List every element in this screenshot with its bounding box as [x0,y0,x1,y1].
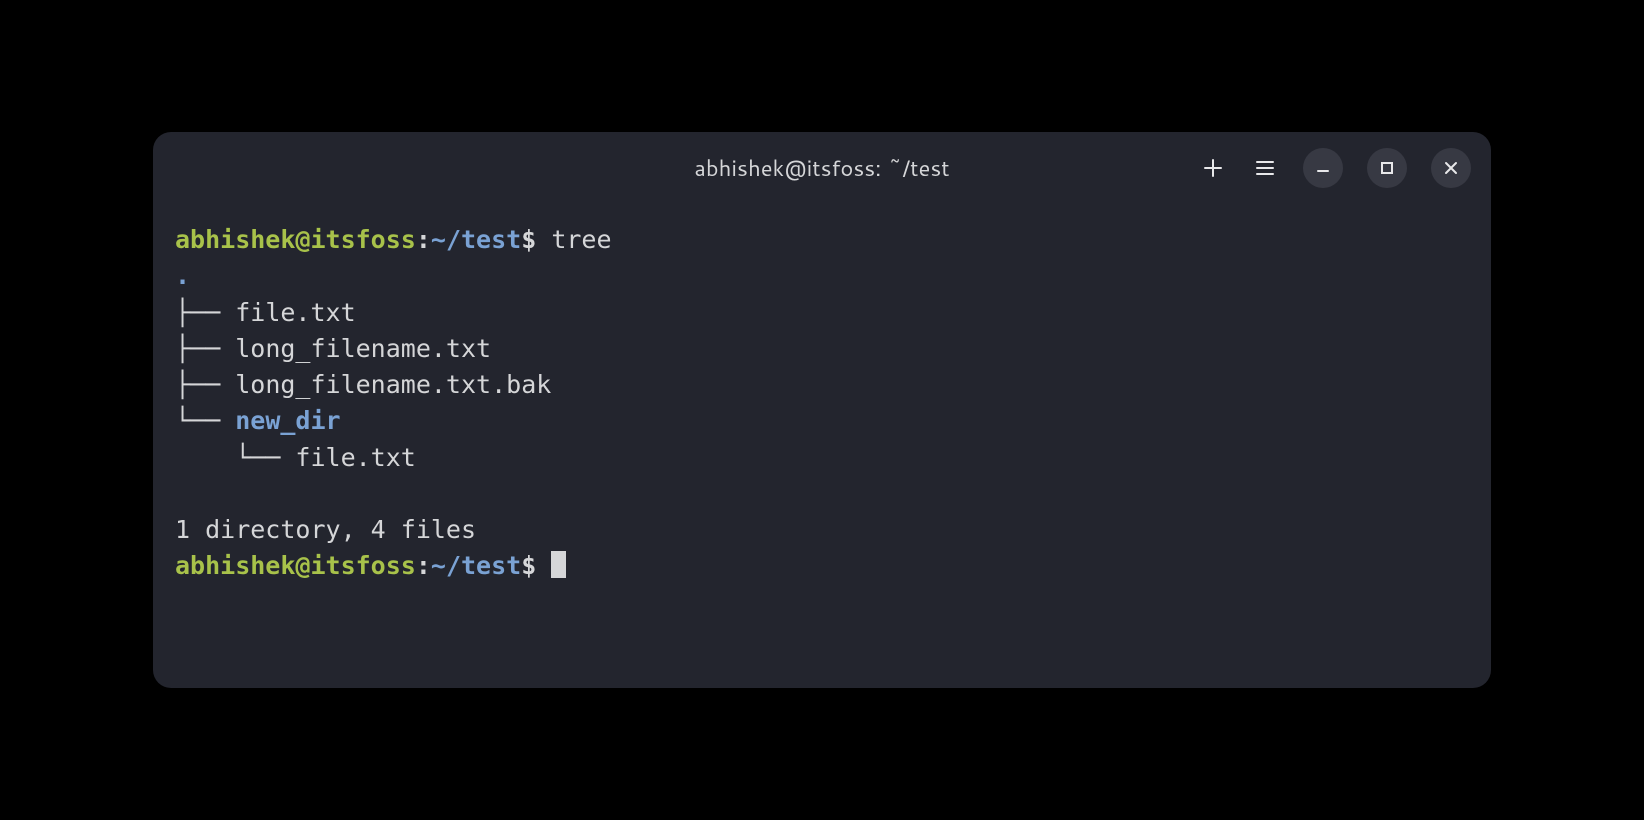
close-icon [1443,160,1459,176]
tree-prefix: └── [175,443,295,472]
maximize-button[interactable] [1367,148,1407,188]
cursor [551,551,566,578]
tree-prefix: ├── [175,298,235,327]
tree-entry-4: └── new_dir [175,406,341,435]
prompt-colon: : [416,551,431,580]
prompt-line-2: abhishek@itsfoss:~/test$ [175,551,566,580]
prompt-path: ~/test [431,225,521,254]
prompt-dollar: $ [521,225,536,254]
tree-file: long_filename.txt.bak [235,370,551,399]
tree-prefix: ├── [175,370,235,399]
tree-entry-3: ├── long_filename.txt.bak [175,370,551,399]
prompt-line-1: abhishek@itsfoss:~/test$ tree [175,225,612,254]
prompt-user-host: abhishek@itsfoss [175,225,416,254]
command-text [536,551,551,580]
tree-entry-1: ├── file.txt [175,298,356,327]
prompt-user-host: abhishek@itsfoss [175,551,416,580]
window-title: abhishek@itsfoss: ~/test [694,153,949,184]
minimize-button[interactable] [1303,148,1343,188]
terminal-body[interactable]: abhishek@itsfoss:~/test$ tree . ├── file… [153,204,1491,688]
menu-button[interactable] [1251,154,1279,182]
prompt-dollar: $ [521,551,536,580]
blank-line [175,476,1469,512]
new-tab-button[interactable] [1199,154,1227,182]
command-text: tree [536,225,611,254]
tree-entry-2: ├── long_filename.txt [175,334,491,363]
tree-summary: 1 directory, 4 files [175,515,476,544]
tree-entry-5: └── file.txt [175,443,416,472]
titlebar-controls [1199,148,1471,188]
titlebar: abhishek@itsfoss: ~/test [153,132,1491,204]
tree-prefix: ├── [175,334,235,363]
prompt-path: ~/test [431,551,521,580]
maximize-icon [1379,160,1395,176]
prompt-colon: : [416,225,431,254]
plus-icon [1203,158,1223,178]
tree-prefix: └── [175,406,235,435]
tree-root: . [175,261,190,290]
tree-file: file.txt [295,443,415,472]
tree-file: file.txt [235,298,355,327]
hamburger-icon [1255,158,1275,178]
tree-file: long_filename.txt [235,334,491,363]
terminal-window: abhishek@itsfoss: ~/test abhishek@itsfos… [153,132,1491,688]
tree-dir: new_dir [235,406,340,435]
minimize-icon [1315,160,1331,176]
close-button[interactable] [1431,148,1471,188]
